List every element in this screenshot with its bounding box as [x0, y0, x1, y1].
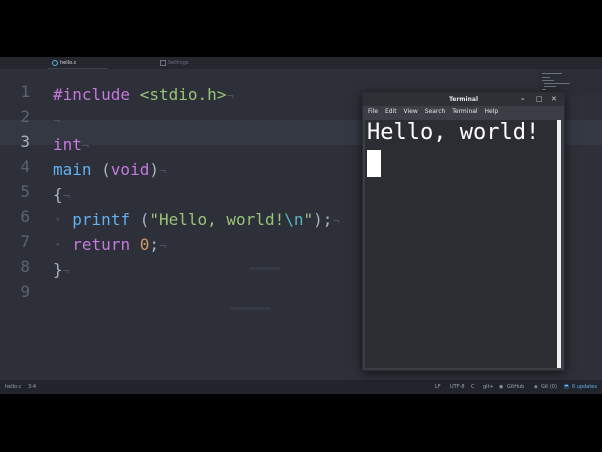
- code-line: #include <stdio.h>¬: [53, 85, 234, 104]
- menu-help[interactable]: Help: [485, 108, 499, 115]
- line-number-current: 3: [20, 132, 30, 151]
- artifact: [230, 307, 270, 310]
- line-number-gutter: 1 2 3 4 5 6 7 8 9: [0, 69, 40, 369]
- c-file-icon: [52, 59, 58, 66]
- line-number: 9: [20, 282, 30, 301]
- status-git[interactable]: Git (0): [541, 380, 557, 394]
- terminal-menubar: File Edit View Search Terminal Help: [363, 106, 564, 118]
- status-encoding[interactable]: UTF-8: [450, 380, 465, 394]
- status-cursor-position[interactable]: 3:4: [28, 380, 36, 394]
- github-icon: ◉: [499, 384, 504, 390]
- tab-settings[interactable]: Settings: [160, 59, 189, 68]
- code-line: {¬: [53, 185, 70, 204]
- updates-icon: ⬒: [564, 384, 569, 390]
- status-bar: hello.c 3:4 LF UTF-8 C git+ ◉ GitHub ◈ G…: [0, 380, 602, 394]
- code-line: ¬: [53, 114, 61, 128]
- tab-bar: hello.c Settings: [0, 57, 602, 69]
- menu-edit[interactable]: Edit: [385, 108, 397, 115]
- code-line: · return 0;¬: [53, 235, 167, 254]
- artifact: [250, 267, 280, 270]
- line-number: 8: [20, 257, 30, 276]
- maximize-icon[interactable]: □: [536, 93, 543, 106]
- settings-icon: [160, 59, 166, 66]
- terminal-cursor: [367, 150, 381, 177]
- tab-label: hello.c: [60, 60, 77, 66]
- status-file[interactable]: hello.c: [5, 380, 21, 394]
- code-line: int¬: [53, 135, 90, 154]
- tab-label: Settings: [168, 60, 189, 66]
- line-number: 2: [20, 107, 30, 126]
- tab-hello-c[interactable]: hello.c: [52, 59, 76, 68]
- line-number: 5: [20, 182, 30, 201]
- terminal-scrollbar[interactable]: [557, 120, 561, 368]
- status-grammar[interactable]: C: [471, 380, 475, 394]
- line-number: 1: [20, 82, 30, 101]
- menu-file[interactable]: File: [368, 108, 378, 115]
- minimize-icon[interactable]: –: [521, 93, 525, 106]
- status-line-ending[interactable]: LF: [435, 380, 441, 394]
- status-git-branch[interactable]: git+: [483, 380, 494, 394]
- code-line: · printf ("Hello, world!\n");¬: [53, 210, 340, 229]
- line-number: 4: [20, 157, 30, 176]
- status-github[interactable]: GitHub: [507, 380, 524, 394]
- terminal-screen[interactable]: Hello, world!: [365, 120, 557, 368]
- terminal-title: Terminal: [448, 96, 478, 103]
- menu-search[interactable]: Search: [425, 108, 446, 115]
- line-number: 7: [20, 232, 30, 251]
- code-line: }¬: [53, 260, 70, 279]
- menu-terminal[interactable]: Terminal: [452, 108, 477, 115]
- status-updates[interactable]: 6 updates: [572, 380, 597, 394]
- git-icon: ◈: [534, 384, 538, 390]
- terminal-window[interactable]: Terminal – □ ✕ File Edit View Search Ter…: [362, 92, 565, 371]
- code-line: main (void)¬: [53, 160, 167, 179]
- line-number: 6: [20, 207, 30, 226]
- terminal-output: Hello, world!: [367, 120, 540, 145]
- menu-view[interactable]: View: [404, 108, 418, 115]
- terminal-titlebar[interactable]: Terminal – □ ✕: [363, 93, 564, 106]
- close-icon[interactable]: ✕: [551, 93, 557, 106]
